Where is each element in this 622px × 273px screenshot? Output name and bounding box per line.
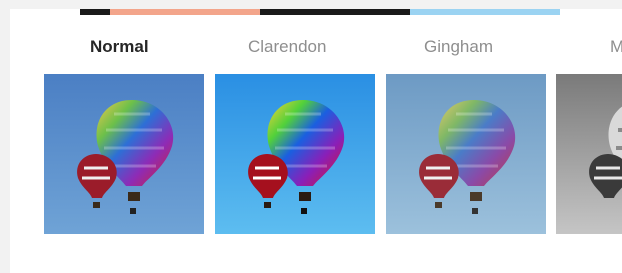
- balloon-image: [386, 74, 546, 234]
- filter-thumbnail-normal[interactable]: [44, 74, 204, 234]
- filter-label-normal[interactable]: Normal: [90, 37, 149, 57]
- filter-thumbnail-gingham[interactable]: [386, 74, 546, 234]
- balloon-image: [44, 74, 204, 234]
- filter-thumbnail-m[interactable]: [556, 74, 622, 234]
- filter-label-clarendon[interactable]: Clarendon: [248, 37, 326, 57]
- balloon-image: [215, 74, 375, 234]
- balloon-image: [556, 74, 622, 234]
- filter-picker: Normal Clarendon Gingham M: [10, 9, 622, 273]
- filter-label-gingham[interactable]: Gingham: [424, 37, 493, 57]
- filter-label-m[interactable]: M: [610, 37, 622, 57]
- image-preview-edge: [80, 9, 620, 15]
- filter-thumbnail-clarendon[interactable]: [215, 74, 375, 234]
